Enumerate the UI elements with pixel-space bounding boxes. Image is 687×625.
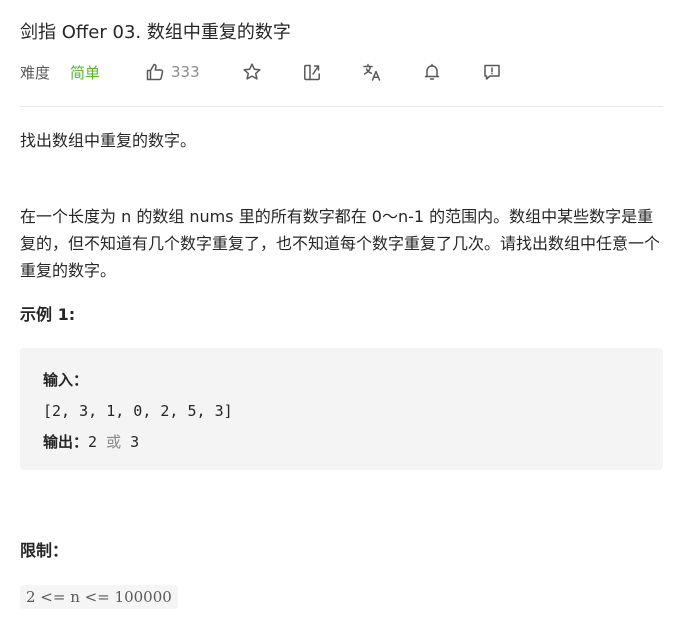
example-input-line: 输入： xyxy=(43,365,233,396)
example-input-label: 输入： xyxy=(43,371,89,389)
subscribe-button[interactable] xyxy=(422,59,442,85)
example-output-line: 输出：2 或 3 xyxy=(43,427,233,458)
feedback-icon xyxy=(482,62,502,82)
limit-heading: 限制： xyxy=(20,541,69,560)
thumbs-up-icon xyxy=(145,62,165,82)
like-count: 333 xyxy=(171,63,200,81)
feedback-button[interactable] xyxy=(482,59,502,85)
example-heading: 示例 1: xyxy=(20,305,76,324)
example-input-value: [2, 3, 1, 0, 2, 5, 3] xyxy=(43,402,233,420)
favorite-button[interactable] xyxy=(242,59,262,85)
difficulty-value: 简单 xyxy=(70,63,101,82)
problem-title: 剑指 Offer 03. 数组中重复的数字 xyxy=(20,22,291,43)
share-button[interactable] xyxy=(302,59,322,85)
share-icon xyxy=(302,62,322,82)
translate-icon xyxy=(362,62,382,82)
problem-summary: 找出数组中重复的数字。 xyxy=(20,131,197,150)
example-output-value-2: 3 xyxy=(130,433,140,451)
header-divider xyxy=(20,106,663,107)
difficulty-label: 难度 xyxy=(20,63,51,82)
constraint-code: 2 <= n <= 100000 xyxy=(20,585,178,609)
example-output-label: 输出： xyxy=(43,433,89,451)
example-output-value-1: 2 xyxy=(88,433,98,451)
problem-description: 在一个长度为 n 的数组 nums 里的所有数字都在 0～n-1 的范围内。数组… xyxy=(20,207,661,280)
bell-icon xyxy=(422,62,442,82)
example-code-block: 输入： [2, 3, 1, 0, 2, 5, 3] 输出：2 或 3 xyxy=(20,348,663,470)
example-output-or: 或 xyxy=(106,433,122,451)
translate-button[interactable] xyxy=(362,59,382,85)
star-icon xyxy=(242,62,262,82)
problem-meta-bar: 难度 简单 333 xyxy=(20,59,663,85)
like-button[interactable]: 333 xyxy=(145,59,200,85)
